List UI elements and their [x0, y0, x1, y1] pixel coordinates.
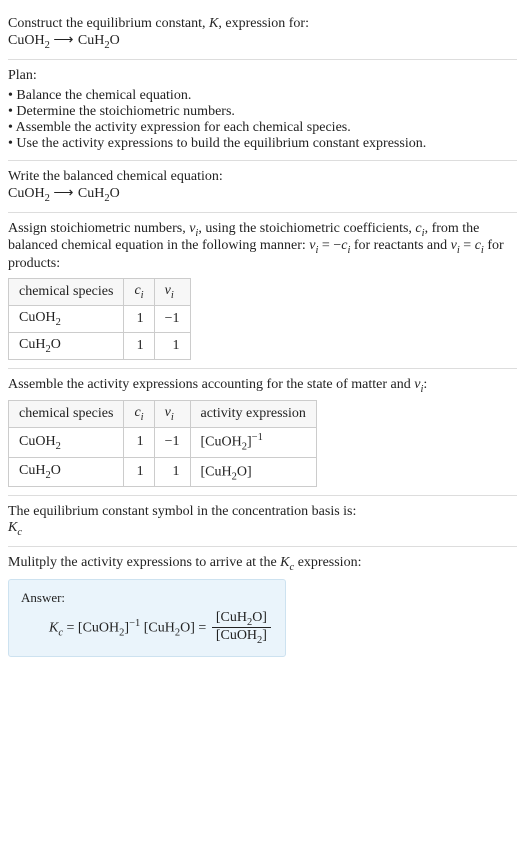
col-activity: activity expression	[190, 401, 316, 428]
kc-symbol: Kc	[8, 520, 517, 538]
fraction: [CuH2O][CuOH2]	[212, 610, 271, 647]
k-symbol: K	[209, 16, 218, 31]
answer-section: Mulitply the activity expressions to arr…	[8, 547, 517, 665]
col-nui: νi	[154, 401, 190, 428]
balanced-label: Write the balanced chemical equation:	[8, 169, 517, 185]
multiply-text: Mulitply the activity expressions to arr…	[8, 555, 517, 573]
cell-species: CuOH2	[9, 428, 124, 457]
plan-list: Balance the chemical equation. Determine…	[8, 88, 517, 152]
answer-label: Answer:	[21, 590, 273, 606]
answer-box: Answer: Kc = [CuOH2]−1 [CuH2O] = [CuH2O]…	[8, 579, 286, 658]
cell-activity: [CuOH2]−1	[190, 428, 316, 457]
balanced-equation: CuOH2 ⟶ CuH2O	[8, 185, 517, 204]
plan-section: Plan: Balance the chemical equation. Det…	[8, 60, 517, 161]
cell-nu: −1	[154, 305, 190, 332]
cell-activity: [CuH2O]	[190, 457, 316, 486]
cell-c: 1	[124, 332, 154, 359]
cell-c: 1	[124, 428, 154, 457]
plan-label: Plan:	[8, 68, 517, 84]
prompt-equation: CuOH2 ⟶ CuH2O	[8, 32, 517, 51]
equation-rhs: CuH2O	[78, 33, 120, 48]
table-header-row: chemical species ci νi activity expressi…	[9, 401, 317, 428]
arrow-icon: ⟶	[53, 186, 74, 201]
table-row: CuH2O 1 1	[9, 332, 191, 359]
cell-species: CuH2O	[9, 332, 124, 359]
col-ci: ci	[124, 279, 154, 306]
table-row: CuOH2 1 −1 [CuOH2]−1	[9, 428, 317, 457]
prompt-text-a: Construct the equilibrium constant,	[8, 16, 209, 31]
assign-section: Assign stoichiometric numbers, νi, using…	[8, 213, 517, 369]
table-row: CuH2O 1 1 [CuH2O]	[9, 457, 317, 486]
answer-equation: Kc = [CuOH2]−1 [CuH2O] = [CuH2O][CuOH2]	[49, 610, 273, 647]
plan-item: Determine the stoichiometric numbers.	[8, 104, 517, 120]
cell-c: 1	[124, 305, 154, 332]
col-nui: νi	[154, 279, 190, 306]
col-ci: ci	[124, 401, 154, 428]
kc-symbol-text: The equilibrium constant symbol in the c…	[8, 504, 517, 520]
cell-nu: 1	[154, 332, 190, 359]
stoich-table: chemical species ci νi CuOH2 1 −1 CuH2O …	[8, 278, 191, 359]
cell-c: 1	[124, 457, 154, 486]
assign-text: Assign stoichiometric numbers, νi, using…	[8, 221, 517, 273]
table-header-row: chemical species ci νi	[9, 279, 191, 306]
balanced-section: Write the balanced chemical equation: Cu…	[8, 161, 517, 213]
plan-item: Use the activity expressions to build th…	[8, 136, 517, 152]
equation-lhs: CuOH2	[8, 33, 50, 48]
cell-nu: −1	[154, 428, 190, 457]
col-species: chemical species	[9, 401, 124, 428]
table-row: CuOH2 1 −1	[9, 305, 191, 332]
cell-species: CuOH2	[9, 305, 124, 332]
cell-nu: 1	[154, 457, 190, 486]
plan-item: Balance the chemical equation.	[8, 88, 517, 104]
activity-table: chemical species ci νi activity expressi…	[8, 400, 317, 487]
assemble-section: Assemble the activity expressions accoun…	[8, 369, 517, 497]
col-species: chemical species	[9, 279, 124, 306]
assemble-text: Assemble the activity expressions accoun…	[8, 377, 517, 395]
prompt-text-b: , expression for:	[218, 16, 309, 31]
arrow-icon: ⟶	[53, 33, 74, 48]
plan-item: Assemble the activity expression for eac…	[8, 120, 517, 136]
prompt-line-1: Construct the equilibrium constant, K, e…	[8, 16, 517, 32]
prompt-section: Construct the equilibrium constant, K, e…	[8, 8, 517, 60]
kc-symbol-section: The equilibrium constant symbol in the c…	[8, 496, 517, 547]
cell-species: CuH2O	[9, 457, 124, 486]
